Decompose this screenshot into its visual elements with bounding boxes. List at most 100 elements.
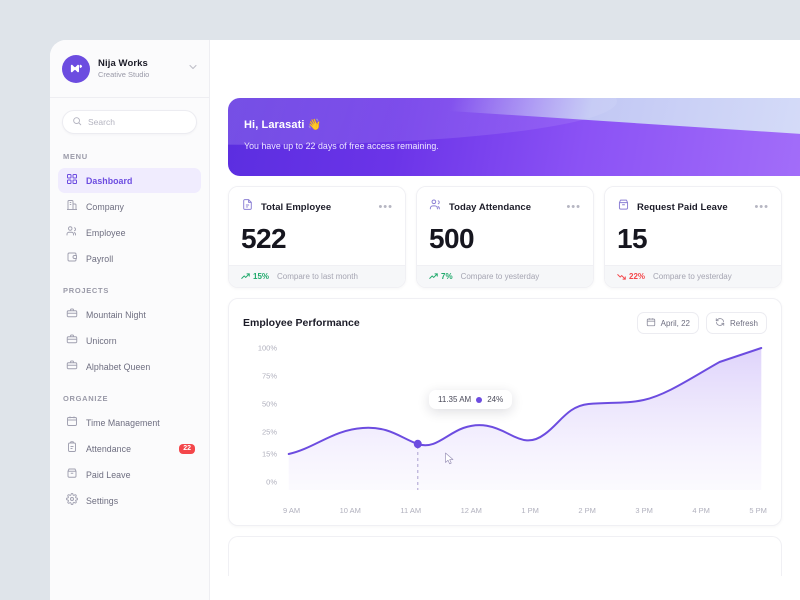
chevron-down-icon[interactable] bbox=[187, 60, 199, 78]
tooltip-value: 24% bbox=[487, 395, 503, 404]
highlight-point[interactable] bbox=[414, 440, 422, 448]
gear-icon bbox=[66, 492, 78, 510]
sidebar-item-payroll[interactable]: Payroll bbox=[58, 246, 201, 271]
stat-card-footer: 7% Compare to yesterday bbox=[417, 265, 593, 287]
y-axis-labels: 100% 75% 50% 25% 15% 0% bbox=[243, 342, 277, 490]
calendar-icon bbox=[646, 317, 656, 329]
x-tick-label: 3 PM bbox=[635, 506, 653, 515]
employee-performance-card: Employee Performance April, 22 Refresh bbox=[228, 298, 782, 526]
top-bar bbox=[210, 40, 800, 98]
workspace-switcher[interactable]: Nija Works Creative Studio bbox=[50, 40, 209, 98]
brand-name: Nija Works bbox=[98, 58, 179, 70]
sidebar-item-label: Dashboard bbox=[86, 176, 132, 186]
main-content: Hi, Larasati 👋 You have up to 22 days of… bbox=[210, 40, 800, 600]
welcome-banner: Hi, Larasati 👋 You have up to 22 days of… bbox=[228, 98, 800, 176]
bag-icon bbox=[66, 466, 78, 484]
stat-card-footer: 15% Compare to last month bbox=[229, 265, 405, 287]
trend-value: 7% bbox=[441, 272, 453, 281]
sidebar-item-label: Alphabet Queen bbox=[86, 362, 150, 372]
clipboard-icon bbox=[66, 440, 78, 458]
stat-cards: Total Employee ••• 522 15% Compare to la… bbox=[228, 186, 782, 288]
page-title: Employee Performance bbox=[243, 317, 630, 329]
chart-point-layer bbox=[283, 342, 767, 490]
stat-card-header: Request Paid Leave ••• bbox=[617, 198, 769, 216]
sidebar-item-settings[interactable]: Settings bbox=[58, 488, 201, 513]
brand-text: Nija Works Creative Studio bbox=[98, 58, 179, 80]
sidebar-item-employee[interactable]: Employee bbox=[58, 220, 201, 245]
sidebar-item-dashboard[interactable]: Dashboard bbox=[58, 168, 201, 193]
y-tick-label: 50% bbox=[262, 400, 277, 409]
trend-value: 15% bbox=[253, 272, 269, 281]
stat-card-body: Today Attendance ••• 500 bbox=[417, 187, 593, 265]
tooltip-time: 11.35 AM bbox=[438, 395, 471, 404]
stat-card-request-paid-leave[interactable]: Request Paid Leave ••• 15 22% Compare to… bbox=[604, 186, 782, 288]
search-box[interactable] bbox=[62, 110, 197, 134]
chart-header: Employee Performance April, 22 Refresh bbox=[243, 312, 767, 334]
search-input[interactable] bbox=[88, 117, 187, 127]
trend-indicator: 22% bbox=[617, 272, 645, 281]
x-tick-label: 2 PM bbox=[578, 506, 596, 515]
status-badge: 22 bbox=[179, 444, 195, 454]
building-icon bbox=[66, 198, 78, 216]
x-tick-label: 4 PM bbox=[692, 506, 710, 515]
stat-card-title: Today Attendance bbox=[449, 202, 559, 213]
sidebar-item-time-management[interactable]: Time Management bbox=[58, 410, 201, 435]
calendar-icon bbox=[66, 414, 78, 432]
x-tick-label: 11 AM bbox=[400, 506, 421, 515]
people-icon bbox=[429, 198, 442, 216]
y-tick-label: 0% bbox=[266, 478, 277, 487]
briefcase-icon bbox=[66, 306, 78, 324]
chart-tooltip: 11.35 AM 24% bbox=[429, 390, 512, 409]
search-icon bbox=[72, 113, 82, 131]
banner-greeting: Hi, Larasati 👋 bbox=[244, 118, 800, 131]
stat-card-value: 522 bbox=[241, 225, 393, 253]
grid-icon bbox=[66, 172, 78, 190]
comparison-note: Compare to yesterday bbox=[461, 272, 540, 281]
briefcase-icon bbox=[66, 358, 78, 376]
sidebar-item-company[interactable]: Company bbox=[58, 194, 201, 219]
sidebar-item-label: Company bbox=[86, 202, 124, 212]
section-label-organize: ORGANIZE bbox=[50, 380, 209, 409]
wallet-icon bbox=[66, 250, 78, 268]
x-tick-label: 1 PM bbox=[521, 506, 539, 515]
stat-card-total-employee[interactable]: Total Employee ••• 522 15% Compare to la… bbox=[228, 186, 406, 288]
stat-card-value: 500 bbox=[429, 225, 581, 253]
sidebar-item-label: Unicorn bbox=[86, 336, 117, 346]
refresh-button[interactable]: Refresh bbox=[706, 312, 767, 334]
x-axis-labels: 9 AM 10 AM 11 AM 12 AM 1 PM 2 PM 3 PM 4 … bbox=[283, 506, 767, 515]
cursor-pointer-icon bbox=[443, 452, 455, 471]
date-filter-label: April, 22 bbox=[661, 319, 690, 328]
y-tick-label: 25% bbox=[262, 428, 277, 437]
y-tick-label: 75% bbox=[262, 372, 277, 381]
sidebar-item-paid-leave[interactable]: Paid Leave bbox=[58, 462, 201, 487]
stat-card-footer: 22% Compare to yesterday bbox=[605, 265, 781, 287]
sidebar-nav: MENU Dashboard Company Employee bbox=[50, 138, 209, 513]
sidebar-item-unicorn[interactable]: Unicorn bbox=[58, 328, 201, 353]
stat-card-header: Today Attendance ••• bbox=[429, 198, 581, 216]
stat-card-header: Total Employee ••• bbox=[241, 198, 393, 216]
sidebar: Nija Works Creative Studio MENU Dash bbox=[50, 40, 210, 600]
sidebar-item-attendance[interactable]: Attendance 22 bbox=[58, 436, 201, 461]
stat-card-title: Request Paid Leave bbox=[637, 202, 747, 213]
refresh-icon bbox=[715, 317, 725, 329]
section-label-projects: PROJECTS bbox=[50, 272, 209, 301]
users-icon bbox=[66, 224, 78, 242]
date-filter-button[interactable]: April, 22 bbox=[637, 312, 699, 334]
briefcase-icon bbox=[66, 332, 78, 350]
stat-card-body: Total Employee ••• 522 bbox=[229, 187, 405, 265]
document-icon bbox=[241, 198, 254, 216]
sidebar-item-label: Time Management bbox=[86, 418, 160, 428]
app-window: Nija Works Creative Studio MENU Dash bbox=[50, 40, 800, 600]
banner-message: You have up to 22 days of free access re… bbox=[244, 141, 800, 151]
sidebar-item-alphabet-queen[interactable]: Alphabet Queen bbox=[58, 354, 201, 379]
sidebar-item-label: Payroll bbox=[86, 254, 113, 264]
sidebar-item-label: Employee bbox=[86, 228, 126, 238]
y-tick-label: 100% bbox=[258, 344, 277, 353]
trend-indicator: 7% bbox=[429, 272, 453, 281]
sidebar-item-mountain-night[interactable]: Mountain Night bbox=[58, 302, 201, 327]
sidebar-item-label: Settings bbox=[86, 496, 118, 506]
sidebar-item-label: Paid Leave bbox=[86, 470, 131, 480]
nija-logo-mark bbox=[62, 55, 90, 83]
stat-card-title: Total Employee bbox=[261, 202, 371, 213]
stat-card-today-attendance[interactable]: Today Attendance ••• 500 7% Compare to y… bbox=[416, 186, 594, 288]
